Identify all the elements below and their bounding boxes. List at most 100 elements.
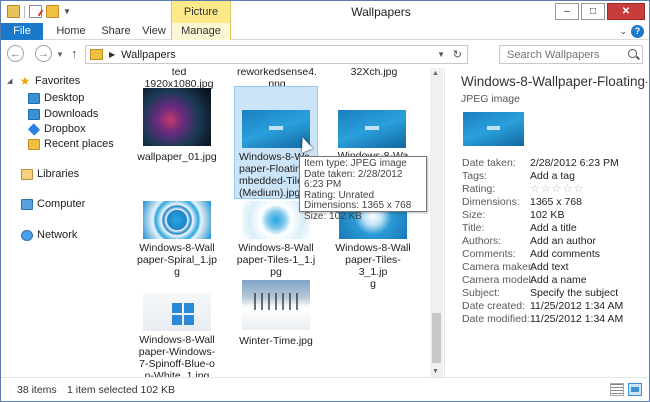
tab-home[interactable]: Home xyxy=(51,23,91,40)
nav-favorites[interactable]: ◢ ★ Favorites xyxy=(7,74,80,88)
window-title: Wallpapers xyxy=(351,5,411,19)
address-dropdown-icon[interactable]: ▼ xyxy=(437,50,445,59)
nav-item-desktop[interactable]: Desktop xyxy=(28,91,84,105)
collapse-arrow-icon[interactable]: ◢ xyxy=(7,77,15,85)
address-bar[interactable]: ▶ Wallpapers ▼ ↻ xyxy=(85,45,468,64)
prop-label: Dimensions: xyxy=(462,196,520,208)
file-label: Windows-8-Wall paper-Tiles-1_1.j pg xyxy=(236,242,316,278)
dropbox-icon xyxy=(27,122,41,136)
computer-icon xyxy=(21,198,33,210)
file-thumbnail xyxy=(143,201,211,239)
prop-label: Tags: xyxy=(462,170,488,182)
file-thumbnail xyxy=(242,280,310,330)
file-thumbnail xyxy=(143,88,211,146)
file-label: Windows-8-Wall paper-Windows- 7-Spinoff-… xyxy=(138,334,216,377)
tab-share[interactable]: Share xyxy=(97,23,135,40)
system-menu-icon[interactable] xyxy=(7,5,20,18)
prop-label: Comments: xyxy=(462,248,516,260)
recent-locations-chevron-icon[interactable]: ▼ xyxy=(56,50,64,59)
search-input[interactable] xyxy=(500,46,620,63)
file-label: Windows-8-Wall paper-Tiles-3_1.jp g xyxy=(335,242,411,290)
refresh-icon[interactable]: ↻ xyxy=(453,48,462,61)
tooltip-line: Size: 102 KB xyxy=(304,210,362,222)
file-tooltip: Item type: JPEG image Date taken: 2/28/2… xyxy=(299,156,427,221)
network-icon xyxy=(21,229,33,241)
nav-item-recent-places[interactable]: Recent places xyxy=(28,137,114,151)
explorer-window: ▼ Picture Tools Wallpapers – □ ✕ File Ho… xyxy=(0,0,650,402)
libraries-icon xyxy=(21,168,33,180)
prop-value-camera-maker[interactable]: Add text xyxy=(530,261,569,273)
expand-ribbon-chevron-icon[interactable]: ⌄ xyxy=(619,26,627,37)
nav-libraries[interactable]: Libraries xyxy=(21,167,79,181)
properties-icon[interactable] xyxy=(29,5,42,18)
file-label: Winter-Time.jpg xyxy=(239,335,313,347)
nav-computer-label: Computer xyxy=(37,198,86,210)
details-title: Windows-8-Wallpaper-Floating- xyxy=(461,74,647,89)
prop-value-comments[interactable]: Add comments xyxy=(530,248,600,260)
minimize-button[interactable]: – xyxy=(555,3,579,20)
prop-value-subject[interactable]: Specify the subject xyxy=(530,287,618,299)
new-folder-icon[interactable] xyxy=(46,5,59,18)
search-icon[interactable] xyxy=(628,49,637,58)
nav-libraries-label: Libraries xyxy=(37,168,80,180)
rating-stars-icon[interactable]: ☆☆☆☆☆ xyxy=(530,182,584,195)
nav-item-downloads[interactable]: Downloads xyxy=(28,107,98,121)
maximize-button[interactable]: □ xyxy=(581,3,605,20)
scroll-down-icon[interactable]: ▼ xyxy=(432,368,439,375)
nav-item-dropbox[interactable]: Dropbox xyxy=(27,122,86,136)
tab-view[interactable]: View xyxy=(139,23,169,40)
scrollbar-thumb[interactable] xyxy=(432,313,441,363)
nav-item-label: Downloads xyxy=(44,108,99,120)
back-button[interactable]: ← xyxy=(7,45,24,62)
tab-file[interactable]: File xyxy=(1,23,43,40)
nav-favorites-label: Favorites xyxy=(35,75,81,87)
nav-network[interactable]: Network xyxy=(21,228,77,242)
prop-value-title[interactable]: Add a title xyxy=(530,222,577,234)
prop-value-camera-model[interactable]: Add a name xyxy=(530,274,587,286)
file-item[interactable]: wallpaper_01.jpg xyxy=(135,88,219,168)
file-item[interactable]: Windows-8-Wall paper-Windows- 7-Spinoff-… xyxy=(135,293,219,377)
file-list[interactable]: ted 1920x1080.jpg reworkedsense4. png 32… xyxy=(127,68,430,377)
prop-label: Date taken: xyxy=(462,157,516,169)
prop-label: Authors: xyxy=(462,235,502,247)
file-thumbnail xyxy=(338,110,406,148)
desktop-icon xyxy=(28,92,40,104)
nav-item-label: Dropbox xyxy=(44,123,86,135)
prop-value-date-created: 11/25/2012 1:34 AM xyxy=(530,300,624,312)
prop-value-date-modified: 11/25/2012 1:34 AM xyxy=(530,313,624,325)
file-item[interactable]: Windows-8-Wa xyxy=(331,86,415,166)
windows-logo-icon xyxy=(171,302,194,325)
nav-computer[interactable]: Computer xyxy=(21,197,85,211)
breadcrumb-current[interactable]: Wallpapers xyxy=(121,49,176,61)
status-bar: 38 items 1 item selected 102 KB xyxy=(1,377,649,401)
prop-label: Rating: xyxy=(462,183,496,195)
downloads-icon xyxy=(28,108,40,120)
breadcrumb-arrow-icon[interactable]: ▶ xyxy=(109,50,115,59)
prop-value-tags[interactable]: Add a tag xyxy=(530,170,575,182)
details-view-icon[interactable] xyxy=(610,383,624,396)
prop-label: Subject: xyxy=(462,287,500,299)
tooltip-line: Item type: JPEG image xyxy=(304,158,407,169)
vertical-scrollbar[interactable]: ▲ ▼ xyxy=(430,68,443,377)
details-thumbnail xyxy=(463,112,524,146)
details-type: JPEG image xyxy=(461,93,520,105)
close-button[interactable]: ✕ xyxy=(607,3,645,20)
file-label: Windows-8-Wall paper-Spiral_1.jp g xyxy=(137,242,217,278)
prop-value-date-taken[interactable]: 2/28/2012 6:23 PM xyxy=(530,157,619,169)
file-label: 32Xch.jpg xyxy=(350,68,398,78)
file-item[interactable]: Windows-8-Wall paper-Spiral_1.jp g xyxy=(135,201,219,281)
customize-toolbar-chevron-icon[interactable]: ▼ xyxy=(63,7,71,16)
recent-places-icon xyxy=(28,138,40,150)
tab-manage[interactable]: Manage xyxy=(171,23,231,40)
file-item[interactable]: Winter-Time.jpg xyxy=(234,280,318,364)
prop-value-authors[interactable]: Add an author xyxy=(530,235,596,247)
up-folder-icon[interactable]: ↑ xyxy=(71,46,78,61)
prop-label: Camera model: xyxy=(462,274,534,286)
help-icon[interactable]: ? xyxy=(631,25,644,38)
forward-button[interactable]: → xyxy=(35,45,52,62)
search-box[interactable] xyxy=(499,45,643,64)
navigation-pane: ◢ ★ Favorites Desktop Downloads Dropbox … xyxy=(1,68,127,377)
large-icons-view-icon[interactable] xyxy=(628,383,642,396)
scroll-up-icon[interactable]: ▲ xyxy=(432,70,439,77)
title-bar: ▼ Picture Tools Wallpapers – □ ✕ xyxy=(1,1,649,40)
